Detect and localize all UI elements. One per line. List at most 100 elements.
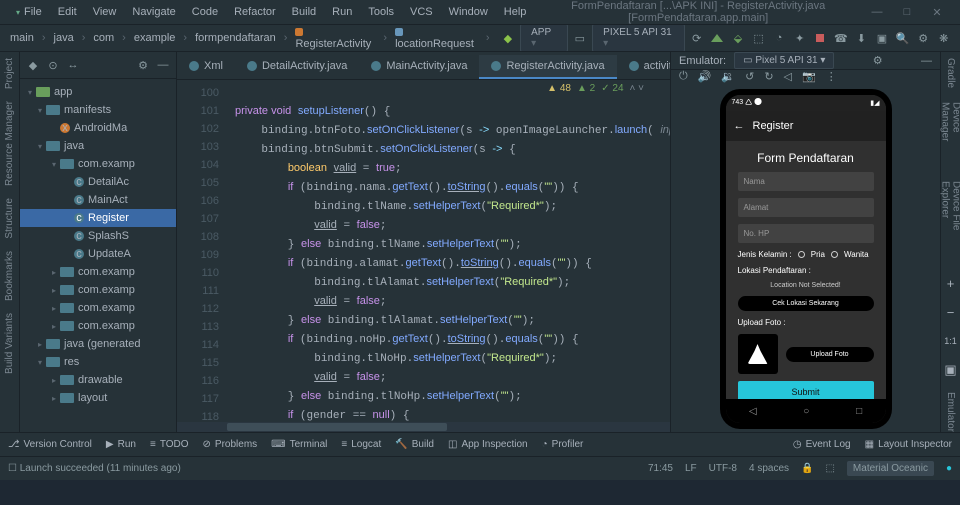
bookmarks-tool[interactable]: Bookmarks	[4, 251, 15, 301]
tree-item-detailac[interactable]: cDetailAc	[20, 173, 176, 191]
device-file-explorer-tool[interactable]: Device File Explorer	[940, 181, 960, 261]
menu-navigate[interactable]: Navigate	[124, 6, 183, 18]
attach-debugger[interactable]: ✦	[791, 29, 808, 47]
phone-screen[interactable]: 743 🛆 ⬤▮◢ ←Register Form Pendaftaran Nam…	[726, 95, 886, 423]
crumb-4[interactable]: formpendaftaran	[193, 32, 278, 44]
build-tool[interactable]: 🔨 Build	[395, 439, 434, 450]
emulator-settings-icon[interactable]: ⚙	[873, 54, 883, 67]
profiler-tool[interactable]: ◔ Profiler	[542, 439, 584, 450]
tree-item-androidma[interactable]: xAndroidMa	[20, 119, 176, 137]
indent[interactable]: 4 spaces	[749, 463, 789, 474]
menu-run[interactable]: Run	[324, 6, 360, 18]
problems-tool[interactable]: ⊘ Problems	[203, 439, 258, 450]
crumb-5[interactable]: RegisterActivity	[293, 26, 377, 50]
tab-registeractivityjava[interactable]: RegisterActivity.java	[479, 55, 616, 79]
btn-cek-lokasi[interactable]: Cek Lokasi Sekarang	[738, 296, 874, 311]
menu-build[interactable]: Build	[284, 6, 324, 18]
menu-code[interactable]: Code	[184, 6, 226, 18]
tree-item-java[interactable]: ▾java	[20, 137, 176, 155]
event-log-tool[interactable]: ◷ Event Log	[793, 439, 851, 450]
tree-item-manifests[interactable]: ▾manifests	[20, 101, 176, 119]
settings-cog-icon[interactable]: ⚙	[136, 58, 150, 72]
btn-submit[interactable]: Submit	[738, 381, 874, 399]
settings-icon[interactable]: ⚙	[915, 29, 932, 47]
crumb-6[interactable]: locationRequest	[393, 26, 480, 50]
sdk-manager-icon[interactable]: ⬇	[853, 29, 870, 47]
tab-activitymainxml[interactable]: activity_main.xml	[617, 55, 670, 79]
emul-power-icon[interactable]: ⏻	[679, 70, 688, 83]
tree-item-comexamp[interactable]: ▾com.examp	[20, 155, 176, 173]
zoom-in-icon[interactable]: +	[943, 276, 959, 291]
menu-edit[interactable]: Edit	[50, 6, 85, 18]
run-config-selector[interactable]: APP	[520, 25, 567, 52]
app-inspection-tool[interactable]: ◫ App Inspection	[448, 439, 528, 450]
menu-file[interactable]: File	[8, 6, 50, 18]
emul-back-icon[interactable]: ◁	[784, 70, 792, 83]
structure-tool[interactable]: Structure	[4, 198, 15, 239]
tab-xml[interactable]: Xml	[177, 55, 235, 79]
radio-wanita[interactable]	[831, 251, 838, 258]
menu-view[interactable]: View	[85, 6, 125, 18]
hide-panel-icon[interactable]: —	[156, 58, 170, 72]
android-view-icon[interactable]: ◆	[26, 58, 40, 72]
emul-volup-icon[interactable]: 🔊	[698, 70, 712, 83]
maximize-button[interactable]: □	[892, 6, 922, 18]
select-opened-icon[interactable]: ⊙	[46, 58, 60, 72]
caret-position[interactable]: 71:45	[648, 463, 673, 474]
tree-item-res[interactable]: ▾res	[20, 353, 176, 371]
tree-item-comexamp[interactable]: ▸com.examp	[20, 281, 176, 299]
emulator-tool[interactable]: Emulator	[945, 392, 956, 432]
emul-rotleft-icon[interactable]: ↺	[745, 70, 754, 83]
layout-inspector-tool[interactable]: ▦ Layout Inspector	[865, 439, 952, 450]
input-alamat[interactable]: Alamat	[738, 198, 874, 217]
device-icon[interactable]: ▭	[572, 29, 589, 47]
emul-rotright-icon[interactable]: ↻	[764, 70, 773, 83]
resource-manager-icon[interactable]: ▣	[874, 29, 891, 47]
nav-recents-icon[interactable]: □	[856, 406, 862, 417]
project-tool[interactable]: Project	[4, 58, 15, 89]
crumb-0[interactable]: main	[8, 32, 36, 44]
build-variants-tool[interactable]: Build Variants	[4, 313, 15, 374]
ideplugin-icon[interactable]: ❋	[935, 29, 952, 47]
run-tool[interactable]: ▶ Run	[106, 439, 136, 450]
input-nama[interactable]: Nama	[738, 172, 874, 191]
coverage-button[interactable]: ⬚	[750, 29, 767, 47]
logcat-tool[interactable]: ≡ Logcat	[341, 439, 381, 450]
tab-detailactivityjava[interactable]: DetailActivity.java	[235, 55, 359, 79]
tab-mainactivityjava[interactable]: MainActivity.java	[359, 55, 479, 79]
tree-item-mainact[interactable]: cMainAct	[20, 191, 176, 209]
tree-item-splashs[interactable]: cSplashS	[20, 227, 176, 245]
emul-voldown-icon[interactable]: 🔉	[721, 70, 735, 83]
theme-selector[interactable]: Material Oceanic	[847, 461, 934, 476]
tree-item-register[interactable]: cRegister	[20, 209, 176, 227]
tree-item-updatea[interactable]: cUpdateA	[20, 245, 176, 263]
tree-app[interactable]: ▾app	[20, 83, 176, 101]
sync-icon[interactable]: ⟳	[689, 29, 706, 47]
menu-help[interactable]: Help	[496, 6, 535, 18]
zoom-fit-icon[interactable]: 1:1	[943, 334, 959, 348]
run-button[interactable]	[709, 29, 726, 47]
version-control-tool[interactable]: ⎇ Version Control	[8, 439, 92, 450]
tree-item-comexamp[interactable]: ▸com.examp	[20, 299, 176, 317]
menu-tools[interactable]: Tools	[360, 6, 402, 18]
nav-home-icon[interactable]: ○	[803, 406, 809, 417]
tree-item-layout[interactable]: ▸layout	[20, 389, 176, 407]
back-arrow-icon[interactable]: ←	[734, 120, 745, 132]
emul-more-icon[interactable]: ⋮	[826, 70, 837, 83]
close-button[interactable]: ✕	[922, 6, 952, 19]
search-icon[interactable]: 🔍	[894, 29, 911, 47]
profile-button[interactable]: ◔	[771, 29, 788, 47]
radio-pria[interactable]	[798, 251, 805, 258]
gradle-tool[interactable]: Gradle	[945, 58, 956, 88]
device-manager-tool[interactable]: Device Manager	[940, 102, 960, 167]
menu-window[interactable]: Window	[441, 6, 496, 18]
android-icon[interactable]: ◆	[500, 29, 517, 47]
code-editor[interactable]: private void setupListener() { binding.b…	[227, 80, 670, 432]
crumb-2[interactable]: com	[91, 32, 116, 44]
resource-manager-tool[interactable]: Resource Manager	[4, 101, 15, 186]
tree-item-comexamp[interactable]: ▸com.examp	[20, 263, 176, 281]
encoding[interactable]: UTF-8	[709, 463, 737, 474]
zoom-actual-icon[interactable]: ▣	[943, 362, 959, 378]
device-selector[interactable]: PIXEL 5 API 31	[592, 25, 684, 52]
btn-upload-foto[interactable]: Upload Foto	[786, 347, 874, 362]
